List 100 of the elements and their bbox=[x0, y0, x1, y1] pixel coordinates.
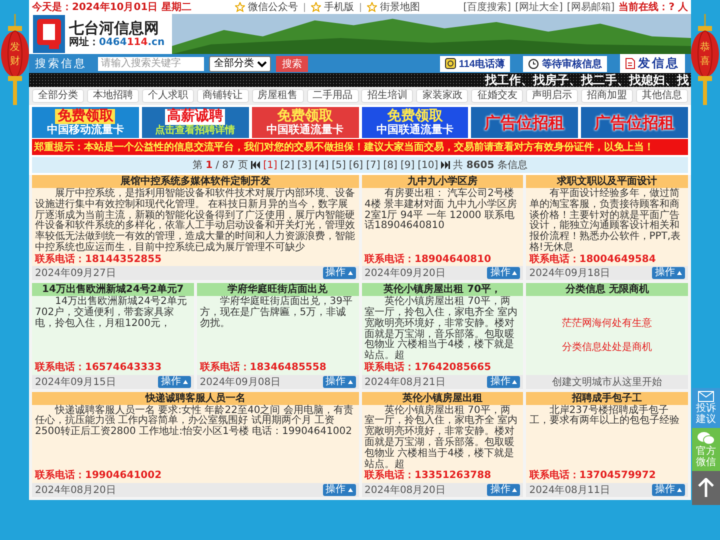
post-date: 2024年08月20日 bbox=[364, 484, 446, 497]
action-menu-button[interactable]: 操作 bbox=[487, 484, 520, 496]
weekday-text: 星期二 bbox=[162, 0, 192, 14]
page-link[interactable]: [2] bbox=[280, 160, 294, 170]
caret-icon bbox=[348, 271, 352, 276]
caret-icon bbox=[182, 380, 188, 384]
contact-phone: 联系电话：17642085665 bbox=[364, 362, 492, 374]
category-select[interactable]: 全部分类 bbox=[209, 56, 271, 72]
category-tab[interactable]: 全部分类 bbox=[32, 89, 84, 103]
action-menu-button[interactable]: 操作 bbox=[322, 267, 356, 280]
caret-icon bbox=[348, 380, 352, 384]
listing-title[interactable]: 九中九小学区房 bbox=[362, 175, 524, 188]
category-tab[interactable]: 本地招聘 bbox=[86, 89, 139, 103]
listing-title[interactable]: 快递诚聘客服人员一名 bbox=[32, 392, 358, 405]
lantern-text: 发 bbox=[10, 42, 20, 53]
chat-bubbles-icon bbox=[697, 431, 715, 445]
listing-text: 快递诚聘客服人员一名 要求:女性 年龄22至40之间 会用电脑，有责任心，抗压能力强 工作内容简单，办公室氛围好 试用期两个月 工资2500转正后工资2800 工作地址:怡安小区1号楼 电话：19904641002 bbox=[35, 406, 354, 438]
site-url: 网址：0464114.cn bbox=[69, 36, 165, 48]
action-menu-button[interactable]: 操作 bbox=[158, 376, 191, 388]
page-link[interactable]: [5] bbox=[332, 160, 346, 170]
caret-icon bbox=[677, 271, 682, 276]
caret-icon bbox=[512, 380, 518, 384]
search-button[interactable]: 搜索 bbox=[276, 56, 308, 72]
last-page-icon[interactable] bbox=[441, 161, 450, 169]
action-menu-button[interactable]: 操作 bbox=[487, 376, 520, 388]
ad-banner[interactable]: 高薪诚聘 点击查看招聘详情 bbox=[142, 107, 249, 138]
star-icon bbox=[366, 2, 377, 12]
action-button[interactable]: 发信息 bbox=[620, 54, 685, 73]
first-page-icon[interactable] bbox=[251, 161, 260, 169]
action-menu-button[interactable]: 操作 bbox=[322, 484, 356, 496]
category-tab[interactable]: 其他信息 bbox=[636, 89, 688, 103]
phonebook-icon bbox=[444, 58, 456, 69]
slogan-text: 茫茫网海何处有生意 bbox=[562, 316, 652, 330]
page-link[interactable]: [10] bbox=[418, 160, 438, 170]
page-link[interactable]: [4] bbox=[314, 160, 329, 170]
top-link[interactable]: 手机版 bbox=[324, 0, 354, 14]
slogan-footer: 创建文明城市从这里开始 bbox=[552, 374, 662, 389]
page-link[interactable]: [3] bbox=[297, 160, 312, 170]
current-page: 1 bbox=[206, 160, 213, 170]
category-tab[interactable]: 招商加盟 bbox=[581, 89, 634, 103]
action-menu-button[interactable]: 操作 bbox=[652, 484, 685, 496]
action-menu-button[interactable]: 操作 bbox=[652, 267, 685, 280]
post-date: 2024年09月27日 bbox=[35, 267, 116, 280]
ad-banner[interactable]: 免费领取 中国联通流量卡 bbox=[252, 107, 358, 138]
action-button[interactable]: 114电话薄 bbox=[440, 56, 510, 72]
post-date: 2024年08月20日 bbox=[35, 484, 116, 497]
top-link[interactable]: 街景地图 bbox=[380, 0, 420, 14]
quick-link[interactable]: [百度搜索] bbox=[463, 0, 512, 14]
notice-banner: 郑重提示：本站是一个公益性的信息交流平台，我们对您的交易不做担保！建议大家当面交易，交易前请查看对方有效身份证件，以免上当！ bbox=[32, 139, 688, 155]
page-link[interactable]: [7] bbox=[366, 160, 380, 170]
listing-text: 学府华庭旺街店面出兑，39平方，现在是广告牌匾，5万，非诚勿扰。 bbox=[200, 297, 354, 330]
lantern-text: 恭 bbox=[700, 42, 710, 53]
page-link[interactable]: [1] bbox=[263, 160, 278, 170]
contact-phone: 联系电话：13351263788 bbox=[364, 470, 492, 482]
document-icon bbox=[625, 58, 635, 69]
category-tab[interactable]: 二手用品 bbox=[306, 89, 359, 103]
caret-icon bbox=[677, 488, 682, 492]
listing-title[interactable]: 14万出售欧洲新城24号2单元7 bbox=[32, 283, 194, 296]
page-link[interactable]: [6] bbox=[348, 160, 364, 170]
ad-banner[interactable]: 免费领取 中国移动流量卡 bbox=[32, 107, 139, 138]
star-icon bbox=[310, 2, 321, 12]
listing-title[interactable]: 学府华庭旺街店面出兑 bbox=[196, 283, 358, 296]
quick-link[interactable]: [网易邮箱] bbox=[566, 0, 615, 14]
page-prefix: 第 bbox=[192, 159, 203, 172]
online-count: 当前在线：? 人 bbox=[618, 0, 688, 14]
listing-text: 14万出售欧洲新城24号2单元702户，交通便利，带套家具家电，拎包入住，月租1200元， bbox=[35, 297, 188, 330]
caret-icon bbox=[348, 488, 352, 492]
caret-icon bbox=[512, 488, 518, 492]
site-name: 七台河信息网 bbox=[69, 20, 160, 37]
post-date: 2024年09月18日 bbox=[529, 267, 610, 280]
listing-title[interactable]: 招聘成手包子工 bbox=[526, 392, 688, 405]
top-link[interactable]: 微信公众号 bbox=[248, 0, 298, 14]
listing-title[interactable]: 英伦小镇房屋出租 bbox=[362, 392, 524, 405]
category-tab[interactable]: 个人求职 bbox=[142, 89, 194, 103]
listing-title[interactable]: 分类信息 无限商机 bbox=[526, 283, 688, 296]
listing-text: 英伦小镇房屋出租 70平，两室一厅，拎包入住，家电齐全 室内宽敞明亮环境好，非常安静。楼对面就是万宝湖，音乐部落。包取暖包物业 六楼相当于4楼，楼下就是站点。超 bbox=[364, 297, 519, 362]
quick-link[interactable]: [网址大全] bbox=[515, 0, 563, 14]
ad-banner[interactable]: 免费领取 中国联通流量卡 bbox=[362, 107, 468, 138]
listing-title[interactable]: 英伦小镇房屋出租 70平， bbox=[362, 283, 524, 296]
page-link[interactable]: [9] bbox=[400, 160, 415, 170]
listing-text: 英伦小镇房屋出租 70平，两室一厅，拎包入住，家电齐全 室内宽敞明亮环境好，非常安静。楼对面就是万宝湖，音乐部落。包取暖包物业 六楼相当于4楼，楼下就是站点。超 bbox=[364, 406, 519, 470]
category-tab[interactable]: 征婚交友 bbox=[471, 89, 524, 103]
search-field[interactable]: 请输入搜索关键字 bbox=[98, 56, 204, 70]
listing-text: 展厅中控系统，是指利用智能设备和软件技术对展厅内部环境、设备设施进行集中有效控制和现代化管理。 在科技日新月异的当今，数字展厅逐渐成为当前主流，新颖的智能化设备得到了广泛使用，展厅内智能硬件设备和软件系统的多样化，依靠人工手动启动设备和开关灯光，管理效率较低无法做到统一有效的管理，造成大量的时间和人力资源浪费，智能中控系统也应运而生，目前中控系统已成为展厅管理不可缺少 bbox=[35, 189, 356, 254]
action-menu-button[interactable]: 操作 bbox=[322, 376, 356, 388]
listing-title[interactable]: 求职文职以及平面设计 bbox=[526, 175, 688, 188]
post-date: 2024年08月11日 bbox=[529, 484, 610, 497]
category-tab[interactable]: 声明启示 bbox=[526, 89, 578, 103]
lantern-text: 喜 bbox=[700, 56, 710, 67]
page-link[interactable]: [8] bbox=[383, 160, 398, 170]
action-button[interactable]: 等待审核信息 bbox=[523, 56, 607, 72]
category-tab[interactable]: 房屋租售 bbox=[252, 89, 304, 103]
category-tab[interactable]: 招生培训 bbox=[361, 89, 414, 103]
contact-phone: 联系电话：19904641002 bbox=[35, 470, 163, 482]
back-to-top-button[interactable] bbox=[692, 471, 720, 505]
action-menu-button[interactable]: 操作 bbox=[487, 267, 520, 280]
category-tab[interactable]: 家装家政 bbox=[416, 89, 468, 103]
slogan-text: 分类信息处处是商机 bbox=[562, 340, 652, 354]
listing-title[interactable]: 展馆中控系统多媒体软件定制开发 bbox=[32, 175, 358, 188]
category-tab[interactable]: 商铺转让 bbox=[196, 89, 249, 103]
